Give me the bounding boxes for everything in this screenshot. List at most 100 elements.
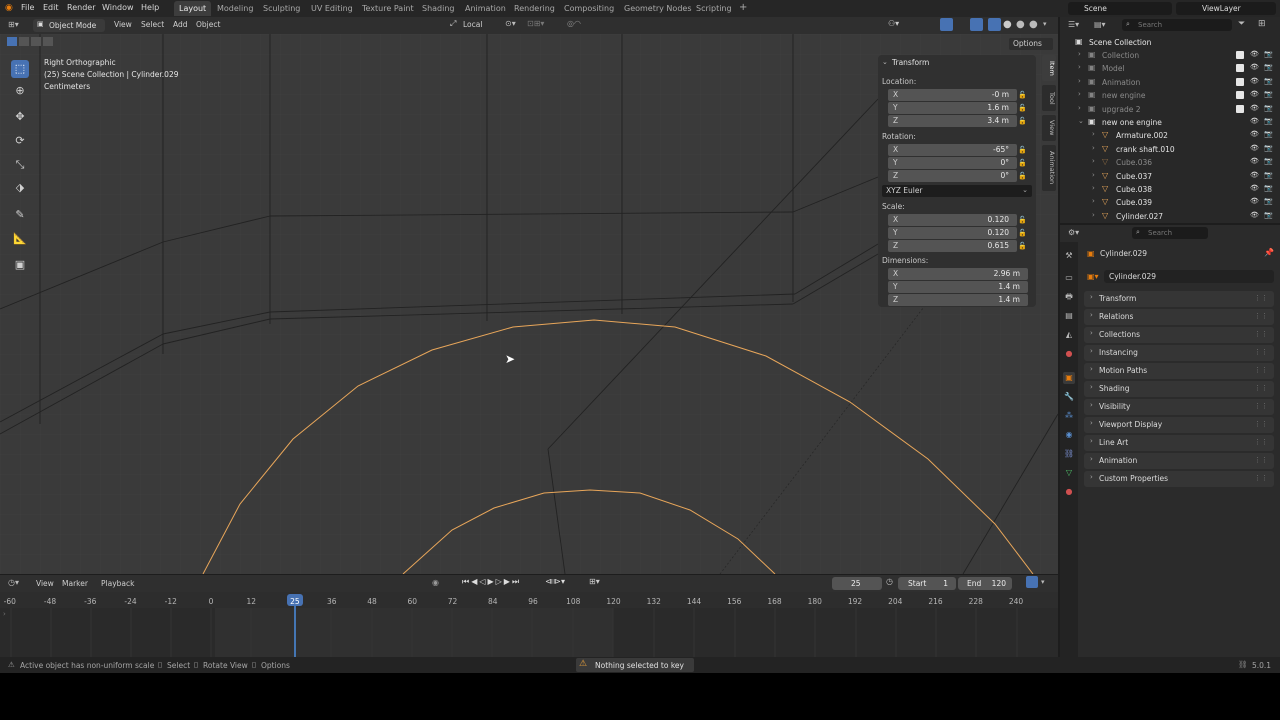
exclude-checkbox[interactable] xyxy=(1236,77,1244,86)
eye-icon[interactable]: 👁 xyxy=(1250,63,1259,71)
camera-icon[interactable]: 📷 xyxy=(1264,104,1273,112)
vp-menu-select[interactable]: Select xyxy=(141,20,164,29)
chevron-right-icon[interactable]: › xyxy=(1092,144,1095,152)
start-frame-field[interactable]: Start 1 xyxy=(898,577,956,590)
eye-icon[interactable]: 👁 xyxy=(1250,157,1259,165)
dimensions-y-field[interactable]: Y 1.4 m xyxy=(888,281,1028,293)
keyframe-jump-icon[interactable]: ⧏⧐▾ xyxy=(545,577,565,586)
panel-custom-properties[interactable]: › Custom Properties ⋮⋮ xyxy=(1084,471,1274,487)
lock-icon[interactable]: 🔓 xyxy=(1018,229,1027,237)
rotation-mode-dropdown[interactable]: XYZ Euler ⌄ xyxy=(882,185,1032,197)
modifier-tab-icon[interactable]: 🔧 xyxy=(1063,391,1075,403)
outliner-row[interactable]: › ▽ crank shaft.010 👁 📷 xyxy=(1060,143,1280,156)
transform-tool-icon[interactable]: ⬗ xyxy=(11,179,29,197)
editor-type-icon[interactable]: ⊞▾ xyxy=(8,20,19,29)
dimensions-x-field[interactable]: X 2.96 m xyxy=(888,268,1028,280)
drag-handle-icon[interactable]: ⋮⋮ xyxy=(1254,438,1268,446)
lock-icon[interactable]: 🔓 xyxy=(1018,159,1027,167)
end-frame-field[interactable]: End 120 xyxy=(958,577,1012,590)
chevron-right-icon[interactable]: › xyxy=(1092,197,1095,205)
eye-icon[interactable]: 👁 xyxy=(1250,117,1259,125)
exclude-checkbox[interactable] xyxy=(1236,51,1244,59)
menu-file[interactable]: File xyxy=(21,3,34,12)
timeline-menu-playback[interactable]: Playback xyxy=(101,579,134,588)
expand-icon[interactable]: › xyxy=(3,610,6,618)
snap-icon[interactable]: ⊡⊞▾ xyxy=(527,19,544,28)
chevron-right-icon[interactable]: › xyxy=(1092,211,1095,219)
pivot-icon[interactable]: ⊙▾ xyxy=(505,19,516,28)
drag-handle-icon[interactable]: ⋮⋮ xyxy=(1254,384,1268,392)
select-box-tool-icon[interactable]: ⬚ xyxy=(11,60,29,78)
object-tab-icon[interactable]: ▣ xyxy=(1063,372,1075,384)
panel-transform[interactable]: › Transform ⋮⋮ xyxy=(1084,291,1274,307)
new-collection-icon[interactable]: ⊞ xyxy=(1258,19,1266,29)
drag-handle-icon[interactable]: ⋮⋮ xyxy=(1254,330,1268,338)
drag-handle-icon[interactable]: ⋮⋮ xyxy=(1254,312,1268,320)
scene-tab-icon[interactable]: ◭ xyxy=(1063,329,1075,341)
outliner-row[interactable]: › ▣ Collection 👁 📷 xyxy=(1060,49,1280,62)
select-mode-icons[interactable] xyxy=(7,37,53,48)
scene-selector[interactable]: Scene xyxy=(1068,2,1172,15)
vp-menu-object[interactable]: Object xyxy=(196,20,220,29)
camera-icon[interactable]: 📷 xyxy=(1264,197,1273,205)
eye-icon[interactable]: 👁 xyxy=(1250,104,1259,112)
eye-icon[interactable]: 👁 xyxy=(1250,130,1259,138)
outliner-row[interactable]: › ▽ Armature.002 👁 📷 xyxy=(1060,129,1280,142)
camera-icon[interactable]: 📷 xyxy=(1264,77,1273,85)
outliner-row[interactable]: › ▣ upgrade 2 👁 📷 xyxy=(1060,103,1280,116)
pin-icon[interactable]: 📌 xyxy=(1264,248,1274,257)
material-tab-icon[interactable]: ● xyxy=(1063,486,1075,498)
panel-shading[interactable]: › Shading ⋮⋮ xyxy=(1084,381,1274,397)
vp-menu-view[interactable]: View xyxy=(114,20,132,29)
gizmo-toggle-icon[interactable] xyxy=(940,18,953,31)
tab-compositing[interactable]: Compositing xyxy=(559,1,619,16)
tab-sculpting[interactable]: Sculpting xyxy=(258,1,305,16)
scale-z-field[interactable]: Z 0.615 xyxy=(888,240,1017,252)
eye-icon[interactable]: 👁 xyxy=(1250,211,1259,219)
chevron-down-icon[interactable]: ⌄ xyxy=(1078,117,1084,125)
panel-visibility[interactable]: › Visibility ⋮⋮ xyxy=(1084,399,1274,415)
scale-y-field[interactable]: Y 0.120 xyxy=(888,227,1017,239)
drag-handle-icon[interactable]: ⋮⋮ xyxy=(1254,420,1268,428)
tab-animation-sidebar[interactable]: Animation xyxy=(1042,145,1056,191)
tab-item[interactable]: Item xyxy=(1042,55,1056,81)
blender-logo-icon[interactable]: ◉ xyxy=(5,3,13,13)
location-z-field[interactable]: Z 3.4 m xyxy=(888,115,1017,127)
tab-modeling[interactable]: Modeling xyxy=(212,1,258,16)
tab-geometry-nodes[interactable]: Geometry Nodes xyxy=(619,1,696,16)
chevron-right-icon[interactable]: › xyxy=(1092,157,1095,165)
camera-icon[interactable]: 📷 xyxy=(1264,50,1273,58)
outliner-row[interactable]: › ▣ Model 👁 📷 xyxy=(1060,62,1280,75)
timeline-options-icon[interactable] xyxy=(1026,576,1038,588)
properties-search-input[interactable]: ⌕ Search xyxy=(1132,227,1208,239)
panel-collections[interactable]: › Collections ⋮⋮ xyxy=(1084,327,1274,343)
outliner-row[interactable]: › ▽ Cube.036 👁 📷 xyxy=(1060,156,1280,169)
menu-render[interactable]: Render xyxy=(67,3,95,12)
auto-key-icon[interactable]: ◉ xyxy=(432,578,439,587)
drag-handle-icon[interactable]: ⋮⋮ xyxy=(1254,366,1268,374)
view-layer-selector[interactable]: ViewLayer xyxy=(1176,2,1276,15)
report-message[interactable]: ⚠ Nothing selected to key xyxy=(576,658,694,672)
orientation-selector[interactable]: Local xyxy=(463,20,482,29)
tab-shading[interactable]: Shading xyxy=(417,1,460,16)
outliner-row[interactable]: › ▽ Cube.038 👁 📷 xyxy=(1060,183,1280,196)
panel-animation[interactable]: › Animation ⋮⋮ xyxy=(1084,453,1274,469)
tab-layout[interactable]: Layout xyxy=(174,1,212,16)
drag-handle-icon[interactable]: ⋮⋮ xyxy=(1254,474,1268,482)
outliner-editor-icon[interactable]: ☰▾ xyxy=(1068,20,1079,29)
drag-handle-icon[interactable]: ⋮⋮ xyxy=(1254,294,1268,302)
location-y-field[interactable]: Y 1.6 m xyxy=(888,102,1017,114)
add-workspace-icon[interactable]: + xyxy=(739,2,747,13)
particles-tab-icon[interactable]: ⁂ xyxy=(1063,410,1075,422)
rotation-y-field[interactable]: Y 0° xyxy=(888,157,1017,169)
shading-material-icon[interactable]: ● xyxy=(1016,19,1025,30)
exclude-checkbox[interactable] xyxy=(1236,91,1244,100)
timeline-menu-marker[interactable]: Marker xyxy=(62,579,88,588)
tool-tab-icon[interactable]: ⚒ xyxy=(1063,250,1075,262)
move-tool-icon[interactable]: ✥ xyxy=(11,108,29,126)
rotate-tool-icon[interactable]: ⟳ xyxy=(11,132,29,150)
chevron-right-icon[interactable]: › xyxy=(1092,171,1095,179)
constraints-tab-icon[interactable]: ⛓ xyxy=(1063,448,1075,460)
shading-rendered-icon[interactable]: ● xyxy=(1029,19,1038,30)
proportional-edit-icon[interactable]: ◎◠ xyxy=(567,19,581,28)
